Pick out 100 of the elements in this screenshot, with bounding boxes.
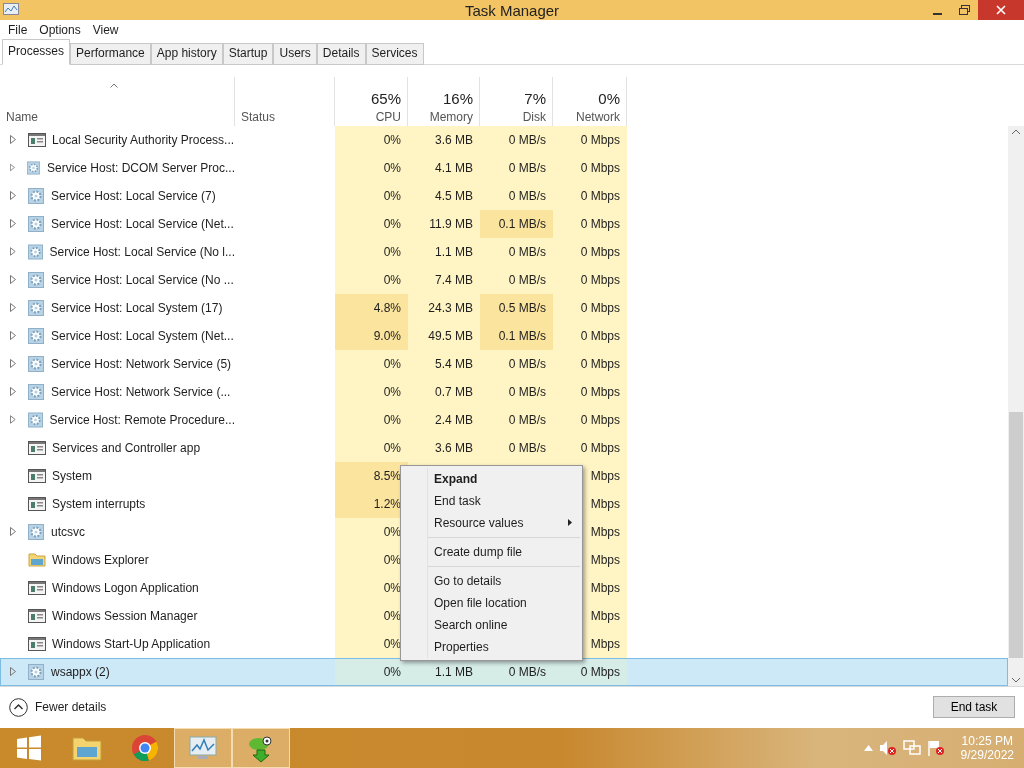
expand-arrow-icon[interactable]: [10, 387, 16, 397]
process-row[interactable]: Service Host: DCOM Server Proc... 0% 4.1 MB 0 MB/s 0 Mbps: [0, 153, 1008, 182]
column-header[interactable]: Name: [0, 76, 235, 126]
process-name: Service Host: Local Service (7): [51, 188, 216, 203]
tab[interactable]: Details: [316, 42, 366, 65]
tab[interactable]: Users: [273, 42, 317, 65]
process-row[interactable]: Service Host: Local System (17) 4.8% 24.3 MB 0.5 MB/s 0 Mbps: [0, 293, 1008, 322]
table-cell: Mbps: [590, 524, 620, 539]
menu-item[interactable]: Options: [33, 22, 87, 37]
table-cell: 0%: [383, 188, 401, 203]
menu-item[interactable]: View: [86, 22, 125, 37]
tab[interactable]: Services: [365, 42, 424, 65]
scrollbar[interactable]: [1008, 125, 1024, 686]
table-cell: 0.7 MB: [435, 384, 473, 399]
monitor-chart-icon[interactable]: [188, 735, 218, 761]
process-row[interactable]: Service Host: Network Service (5) 0% 5.4 MB 0 MB/s 0 Mbps: [0, 349, 1008, 378]
process-row[interactable]: Service Host: Network Service (... 0% 0.7 MB 0 MB/s 0 Mbps: [0, 377, 1008, 406]
menu-item[interactable]: File: [2, 22, 34, 37]
column-header[interactable]: Status: [235, 76, 335, 126]
app-icon: [3, 3, 19, 17]
table-cell: 1.1 MB: [435, 244, 473, 259]
gear-icon: [28, 355, 44, 372]
table-cell: 0%: [383, 244, 401, 259]
table-cell: 3.6 MB: [435, 440, 473, 455]
tab[interactable]: App history: [150, 42, 223, 65]
column-header[interactable]: CPU: [375, 109, 401, 124]
table-cell: Mbps: [590, 608, 620, 623]
menu-item[interactable]: End task: [401, 489, 582, 512]
tab[interactable]: Processes: [2, 38, 71, 65]
menu-item[interactable]: Expand: [401, 467, 582, 490]
column-header[interactable]: Disk: [522, 109, 546, 124]
expand-arrow-icon[interactable]: [10, 247, 16, 257]
process-row[interactable]: wsappx (2) 0% 1.1 MB 0 MB/s 0 Mbps: [0, 657, 1008, 686]
process-name: Service Host: Remote Procedure...: [49, 412, 235, 427]
process-name: Service Host: Local System (Net...: [51, 328, 234, 343]
gear-icon: [28, 383, 44, 400]
window-icon: [28, 580, 46, 595]
table-cell: 0%: [383, 384, 401, 399]
table-cell: 1.1 MB: [435, 664, 473, 679]
menu-item[interactable]: Create dump file: [401, 540, 582, 563]
speaker-muted-icon[interactable]: [878, 740, 897, 756]
table-cell: 0%: [383, 552, 401, 567]
folder-icon: [28, 552, 46, 568]
process-name: Service Host: Local Service (No ...: [51, 272, 234, 287]
window-icon: [28, 132, 46, 147]
process-row[interactable]: Service Host: Local System (Net... 9.0% 49.5 MB 0.1 MB/s 0 Mbps: [0, 321, 1008, 350]
window-icon: [28, 636, 46, 651]
expand-arrow-icon[interactable]: [10, 303, 16, 313]
fewer-details-button[interactable]: Fewer details: [9, 697, 107, 717]
table-cell: 0 Mbps: [580, 272, 620, 287]
column-header[interactable]: Network: [576, 109, 620, 124]
column-header[interactable]: Memory: [429, 109, 473, 124]
end-task-button[interactable]: End task: [933, 696, 1015, 719]
menu-item[interactable]: Properties: [401, 635, 582, 658]
expand-arrow-icon[interactable]: [10, 415, 16, 425]
tab[interactable]: Performance: [70, 42, 151, 65]
usage-percent: 65%: [370, 89, 401, 107]
table-cell: 0.1 MB/s: [498, 328, 546, 343]
process-name: Windows Logon Application: [52, 580, 199, 595]
process-row[interactable]: Local Security Authority Process... 0% 3.6 MB 0 MB/s 0 Mbps: [0, 125, 1008, 154]
expand-arrow-icon[interactable]: [10, 275, 16, 285]
process-row[interactable]: Service Host: Local Service (Net... 0% 11.9 MB 0.1 MB/s 0 Mbps: [0, 209, 1008, 238]
menu-item[interactable]: Resource values: [401, 511, 582, 534]
expand-arrow-icon[interactable]: [10, 191, 16, 201]
expand-arrow-icon[interactable]: [10, 527, 16, 537]
process-name: utcsvc: [51, 524, 85, 539]
gear-icon: [27, 411, 43, 428]
collapse-icon: [9, 697, 28, 717]
table-cell: 49.5 MB: [428, 328, 473, 343]
browser-icon[interactable]: [131, 734, 159, 762]
expand-arrow-icon[interactable]: [10, 219, 16, 229]
process-row[interactable]: Service Host: Local Service (No ... 0% 7.4 MB 0 MB/s 0 Mbps: [0, 265, 1008, 294]
expand-arrow-icon[interactable]: [10, 163, 15, 173]
menu-item[interactable]: Search online: [401, 613, 582, 636]
expand-arrow-icon[interactable]: [10, 667, 16, 677]
table-cell: Mbps: [590, 580, 620, 595]
table-cell: 0%: [383, 580, 401, 595]
expand-arrow-icon[interactable]: [10, 359, 16, 369]
process-row[interactable]: Service Host: Local Service (7) 0% 4.5 MB 0 MB/s 0 Mbps: [0, 181, 1008, 210]
menu-item[interactable]: Open file location: [401, 591, 582, 614]
menu-item[interactable]: Go to details: [401, 569, 582, 592]
gear-icon: [28, 523, 44, 540]
process-name: Service Host: Local Service (Net...: [51, 216, 234, 231]
table-cell: 0%: [383, 216, 401, 231]
windows-start-icon[interactable]: [16, 735, 42, 761]
table-cell: 0 MB/s: [508, 132, 546, 147]
table-cell: 11.9 MB: [429, 216, 473, 231]
expand-arrow-icon[interactable]: [10, 135, 16, 145]
minimize-icon: [933, 13, 942, 15]
process-row[interactable]: Services and Controller app 0% 3.6 MB 0 MB/s 0 Mbps: [0, 433, 1008, 462]
tab[interactable]: Startup: [222, 42, 274, 65]
process-name: Windows Explorer: [52, 552, 149, 567]
table-cell: 0 Mbps: [580, 244, 620, 259]
flag-icon[interactable]: [926, 740, 945, 756]
process-row[interactable]: Service Host: Remote Procedure... 0% 2.4 MB 0 MB/s 0 Mbps: [0, 405, 1008, 434]
gear-icon: [28, 215, 44, 232]
expand-arrow-icon[interactable]: [10, 331, 16, 341]
table-cell: 4.8%: [373, 300, 401, 315]
gear-icon: [28, 663, 44, 680]
process-row[interactable]: Service Host: Local Service (No l... 0% 1.1 MB 0 MB/s 0 Mbps: [0, 237, 1008, 266]
